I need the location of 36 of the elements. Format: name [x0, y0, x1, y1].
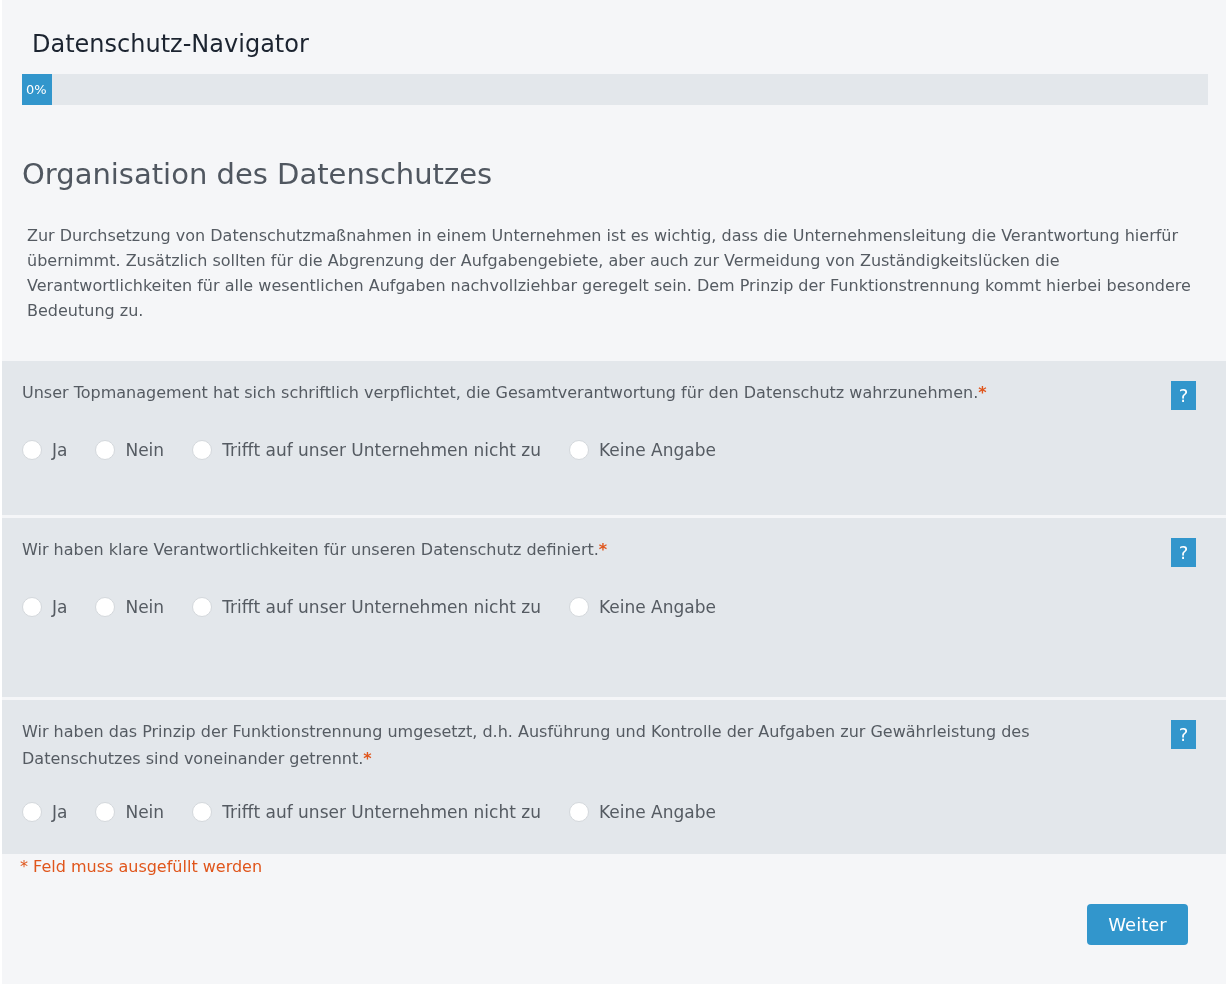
radio-button[interactable] — [22, 802, 42, 822]
radio-button[interactable] — [95, 597, 116, 617]
radio-label[interactable]: Nein — [125, 802, 165, 822]
required-note: * Feld muss ausgefüllt werden — [20, 856, 264, 876]
radio-button[interactable] — [22, 440, 42, 460]
section-intro: Zur Durchsetzung von Datenschutzmaßnahmen in einem Unternehmen ist es wichtig, dass die Unternehmensleitung die Verantwortung hierfür übernimmt. Zusätzlich sollten für die Abgrenzung der Aufgabengebiete, aber auch zur Vermeidung von Zuständigkeitslücken die Verantwortlichkeiten für alle wesentlichen Aufgaben nachvollziehbar geregelt sein. Dem Prinzip der Funktionstrennung kommt hierbei besondere Bedeutung zu. — [27, 225, 1192, 322]
radio-button[interactable] — [192, 802, 213, 822]
radio-button[interactable] — [192, 597, 213, 617]
radio-label[interactable]: Nein — [125, 440, 165, 460]
help-button[interactable]: ? — [1171, 381, 1196, 410]
radio-button[interactable] — [95, 802, 116, 822]
radio-label[interactable]: Trifft auf unser Unternehmen nicht zu — [222, 802, 541, 822]
progress-label: 0% — [25, 82, 47, 97]
radio-button[interactable] — [95, 440, 116, 460]
question-text: Wir haben das Prinzip der Funktionstrennung umgesetzt, d.h. Ausführung und Kontrolle der Aufgaben zur Gewährleistung des Datenschutzes sind voneinander getrennt.* — [22, 721, 1031, 770]
radio-button[interactable] — [568, 597, 589, 617]
radio-label[interactable]: Keine Angabe — [598, 597, 716, 617]
radio-label[interactable]: Keine Angabe — [598, 802, 716, 822]
radio-label[interactable]: Nein — [125, 597, 165, 617]
question-text: Wir haben klare Verantwortlichkeiten für unseren Datenschutz definiert.* — [22, 539, 608, 561]
radio-label[interactable]: Ja — [52, 597, 68, 617]
radio-label[interactable]: Ja — [52, 802, 68, 822]
radio-button[interactable] — [22, 597, 42, 617]
page-title: Datenschutz-Navigator — [32, 29, 310, 60]
radio-button[interactable] — [192, 440, 213, 460]
radio-label[interactable]: Trifft auf unser Unternehmen nicht zu — [222, 597, 541, 617]
radio-button[interactable] — [568, 440, 589, 460]
radio-label[interactable]: Keine Angabe — [598, 440, 716, 460]
question-text: Unser Topmanagement hat sich schriftlich verpflichtet, die Gesamtverantwortung für den Datenschutz wahrzunehmen.* — [22, 382, 987, 404]
radio-label[interactable]: Trifft auf unser Unternehmen nicht zu — [222, 440, 541, 460]
help-button[interactable]: ? — [1171, 720, 1196, 749]
radio-label[interactable]: Ja — [52, 440, 68, 460]
radio-button[interactable] — [568, 802, 589, 822]
section-title: Organisation des Datenschutzes — [22, 157, 494, 191]
help-button[interactable]: ? — [1171, 538, 1196, 567]
next-button[interactable]: Weiter — [1087, 904, 1188, 945]
